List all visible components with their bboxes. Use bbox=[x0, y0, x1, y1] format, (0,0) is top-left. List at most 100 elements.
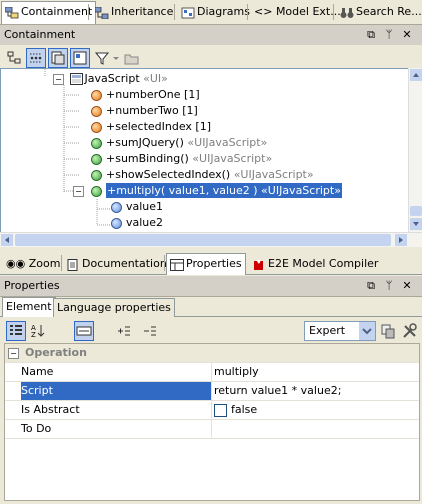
tree-item-stereotype: «UIJavaScript» bbox=[192, 152, 273, 165]
tree-item[interactable]: +sumJQuery() «UIJavaScript» bbox=[91, 135, 267, 151]
table-row[interactable]: Name multiply bbox=[5, 363, 419, 382]
containment-icon bbox=[4, 6, 19, 19]
categorized-view-button[interactable] bbox=[6, 321, 26, 341]
tab-separator bbox=[88, 4, 89, 20]
tree-param[interactable]: value2 bbox=[111, 215, 163, 231]
containment-panel-header: Containment ⧉ ᛘ ✕ bbox=[0, 25, 422, 46]
tab-documentation[interactable]: Documentation bbox=[66, 254, 167, 273]
filter-dropdown-icon[interactable] bbox=[110, 48, 122, 68]
properties-sub-tabs: Element Language properties bbox=[0, 297, 422, 317]
section-row[interactable]: − Operation bbox=[5, 344, 419, 363]
tree-vertical-scrollbar[interactable] bbox=[408, 68, 422, 232]
show-auxiliary-button[interactable] bbox=[26, 48, 46, 68]
containment-toolbar bbox=[0, 45, 422, 69]
scroll-thumb[interactable] bbox=[15, 234, 391, 246]
tab-inheritance-label: Inheritance bbox=[111, 5, 174, 18]
tab-model-extensions[interactable]: <> Model Ext... bbox=[251, 2, 344, 22]
restore-icon[interactable]: ⧉ bbox=[364, 276, 378, 296]
parameter-icon bbox=[111, 217, 122, 229]
tree-horizontal-scrollbar[interactable] bbox=[0, 232, 422, 247]
operation-icon bbox=[91, 185, 102, 197]
tab-properties[interactable]: Properties bbox=[166, 253, 246, 275]
open-folder-icon[interactable] bbox=[122, 48, 142, 68]
collapse-toggle-icon[interactable]: − bbox=[73, 185, 84, 197]
tree-param[interactable]: value1 bbox=[111, 199, 163, 215]
tab-diagrams[interactable]: Diagrams bbox=[178, 2, 253, 22]
collapse-all-button[interactable] bbox=[4, 48, 24, 68]
properties-icon bbox=[170, 258, 184, 271]
close-icon[interactable]: ✕ bbox=[400, 276, 414, 296]
tree-item-label: +multiply( value1, value2 ) bbox=[107, 184, 258, 197]
section-title: Operation bbox=[25, 346, 87, 359]
collapse-all-properties-button[interactable] bbox=[140, 321, 160, 341]
containment-tree: − JavaScript «UI» +numberOne [1] +number… bbox=[0, 68, 410, 234]
tree-node-label: JavaScript bbox=[84, 72, 140, 85]
property-value[interactable]: return value1 * value2; bbox=[212, 382, 419, 400]
tree-item-label: +showSelectedIndex() bbox=[106, 168, 231, 181]
tree-param-label: value2 bbox=[126, 216, 164, 229]
tree-node-javascript[interactable]: − JavaScript «UI» bbox=[53, 71, 168, 87]
pin-icon[interactable]: ᛘ bbox=[382, 25, 396, 45]
tab-model-ext-label: Model Ext... bbox=[275, 5, 341, 18]
sort-alphabetical-button[interactable]: AZ bbox=[28, 321, 48, 341]
scroll-thumb[interactable] bbox=[410, 206, 422, 216]
top-tab-bar: Containment Inheritance Diagrams <> Mode… bbox=[0, 0, 422, 25]
show-diagrams-button[interactable] bbox=[70, 48, 90, 68]
chevron-down-icon[interactable] bbox=[359, 322, 375, 340]
tab-documentation-label: Documentation bbox=[82, 257, 167, 270]
collapse-toggle-icon[interactable]: − bbox=[8, 348, 19, 359]
is-abstract-checkbox[interactable] bbox=[214, 403, 227, 417]
model-ext-icon: <> bbox=[254, 5, 273, 18]
tab-language-properties[interactable]: Language properties bbox=[53, 298, 175, 317]
tab-search-label: Search Re... bbox=[356, 5, 422, 18]
tree-item[interactable]: +sumBinding() «UIJavaScript» bbox=[91, 151, 272, 167]
tab-properties-label: Properties bbox=[186, 257, 242, 270]
tab-element[interactable]: Element bbox=[2, 297, 56, 317]
copy-icon[interactable] bbox=[378, 321, 398, 341]
tree-item[interactable]: +numberTwo [1] bbox=[91, 103, 198, 119]
tree-item-label: +sumBinding() bbox=[106, 152, 189, 165]
binoculars-icon bbox=[340, 6, 354, 18]
expand-all-button[interactable] bbox=[114, 321, 134, 341]
property-name: To Do bbox=[21, 420, 212, 438]
tools-icon[interactable] bbox=[400, 321, 420, 341]
collapse-toggle-icon[interactable]: − bbox=[53, 73, 64, 85]
tab-containment[interactable]: Containment bbox=[1, 1, 97, 24]
filter-select[interactable]: Expert bbox=[304, 321, 376, 341]
tree-item-selected[interactable]: − +multiply( value1, value2 ) «UIJavaScri… bbox=[73, 183, 342, 199]
tab-separator bbox=[164, 255, 165, 271]
tree-item[interactable]: +numberOne [1] bbox=[91, 87, 200, 103]
property-value[interactable] bbox=[212, 420, 419, 438]
show-elements-button[interactable] bbox=[48, 48, 68, 68]
property-icon bbox=[91, 105, 102, 117]
scroll-right-icon[interactable] bbox=[395, 234, 407, 246]
tab-separator bbox=[61, 255, 62, 271]
tree-item-stereotype: «UIJavaScript» bbox=[233, 168, 314, 181]
tree-item-label: +numberTwo [1] bbox=[106, 104, 198, 117]
table-row[interactable]: Is Abstract false bbox=[5, 401, 419, 420]
show-description-button[interactable] bbox=[74, 321, 94, 341]
tree-item[interactable]: +selectedIndex [1] bbox=[91, 119, 211, 135]
tab-search-results[interactable]: Search Re... bbox=[337, 2, 422, 22]
containment-panel-title: Containment bbox=[4, 28, 76, 41]
operation-icon bbox=[91, 153, 102, 165]
parameter-icon bbox=[111, 201, 122, 213]
filter-button[interactable] bbox=[92, 48, 112, 68]
restore-icon[interactable]: ⧉ bbox=[364, 25, 378, 45]
filter-select-value: Expert bbox=[309, 324, 346, 337]
table-row[interactable]: To Do bbox=[5, 420, 419, 439]
scroll-up-icon[interactable] bbox=[410, 69, 422, 81]
pin-icon[interactable]: ᛘ bbox=[382, 276, 396, 296]
property-value[interactable]: multiply bbox=[212, 363, 419, 381]
tree-item-label: +selectedIndex [1] bbox=[106, 120, 212, 133]
documentation-icon bbox=[66, 258, 80, 271]
tab-zoom[interactable]: ◉◉ Zoom bbox=[6, 254, 60, 273]
tab-e2e-label: E2E Model Compiler bbox=[268, 257, 379, 270]
scroll-left-icon[interactable] bbox=[1, 234, 13, 246]
close-icon[interactable]: ✕ bbox=[400, 25, 414, 45]
tab-inheritance[interactable]: Inheritance bbox=[92, 2, 176, 22]
scroll-down-icon[interactable] bbox=[410, 218, 422, 230]
tree-item[interactable]: +showSelectedIndex() «UIJavaScript» bbox=[91, 167, 314, 183]
table-row-selected[interactable]: Script return value1 * value2; bbox=[5, 382, 419, 401]
tab-e2e-model-compiler[interactable]: E2E Model Compiler bbox=[252, 254, 378, 273]
